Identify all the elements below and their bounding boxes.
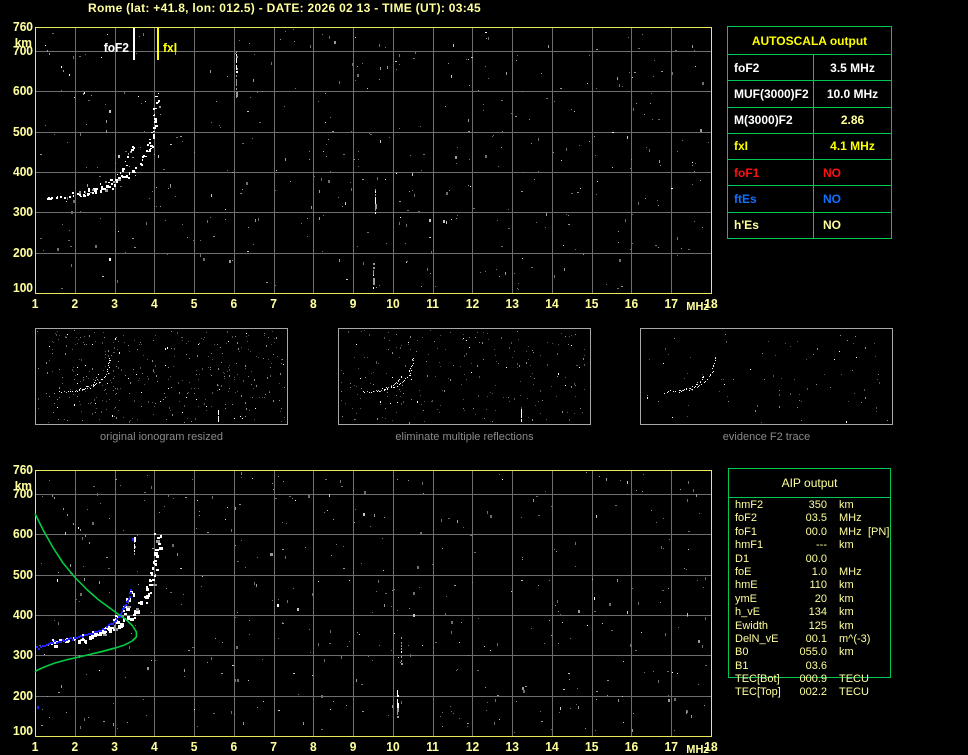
autoscala-row-value: 2.86 — [840, 113, 865, 128]
aip-row-unit — [839, 553, 868, 566]
scaled-ionogram-plot — [0, 20, 725, 312]
aip-row-label: B1 — [735, 659, 749, 672]
table-row: M(3000)F2 2.86 — [728, 107, 891, 134]
caption-eliminate-reflections: eliminate multiple reflections — [395, 431, 534, 443]
aip-row-value: 03.5 — [805, 512, 827, 525]
table-row: hmE 110 km — [735, 579, 890, 592]
aip-output-table: AIP output hmF2 350 km foF2 03.5 MHz foF1 00.… — [728, 468, 891, 698]
aip-row-value: 055.0 — [799, 646, 827, 659]
aip-row-value: 125 — [808, 619, 827, 632]
aip-row-unit — [839, 660, 868, 673]
aip-row-value: 000.9 — [799, 673, 827, 686]
table-row: foF1 NO — [728, 160, 891, 187]
aip-row-value: 20 — [814, 592, 827, 605]
aip-row-label: TEC[Bot] — [735, 673, 780, 686]
table-row: B0 055.0 km — [735, 646, 890, 659]
aip-row-value: 134 — [808, 606, 827, 619]
aip-row-unit: km — [839, 499, 854, 511]
autoscala-row-value: 4.1 MHz — [830, 139, 875, 154]
autoscala-row-label: MUF(3000)F2 — [728, 81, 814, 107]
table-row: ymE 20 km — [735, 593, 890, 606]
aip-row-label: hmF1 — [735, 539, 764, 552]
aip-row-value: 1.0 — [811, 565, 827, 578]
aip-row-label: foF2 — [735, 512, 758, 525]
aip-row-label: Ewidth — [735, 619, 769, 632]
autoscala-row-value: 10.0 MHz — [826, 86, 879, 101]
aip-row-label: B0 — [735, 646, 749, 659]
aip-row-label: ymE — [735, 592, 757, 605]
aip-row-extra: [PN] — [868, 525, 890, 538]
aip-row-unit: MHz — [839, 565, 862, 578]
aip-row-label: hmF2 — [735, 499, 764, 511]
table-row: B1 03.6 — [735, 660, 890, 673]
table-row: foE 1.0 MHz — [735, 566, 890, 579]
aip-row-value: 00.1 — [805, 632, 827, 645]
aip-row-label: DelN_vE — [735, 632, 779, 645]
autoscala-row-label: M(3000)F2 — [728, 107, 814, 133]
aip-row-label: hmE — [735, 579, 758, 592]
table-row: TEC[Bot] 000.9 TECU — [735, 673, 890, 686]
aip-table-header: AIP output — [729, 469, 890, 498]
table-row: h'Es NO — [728, 212, 891, 238]
aip-row-label: TEC[Top] — [735, 686, 781, 699]
aip-row-unit: km — [839, 619, 854, 632]
aip-row-value: --- — [816, 539, 827, 552]
aip-row-unit: km — [839, 606, 854, 619]
table-row: foF2 03.5 MHz — [735, 512, 890, 525]
aip-row-unit: MHz — [839, 512, 862, 525]
table-row: hmF2 350 km — [735, 499, 890, 512]
caption-original-ionogram: original ionogram resized — [100, 431, 223, 443]
autoscala-table-header: AUTOSCALA output — [728, 27, 891, 55]
aip-row-unit: km — [839, 539, 854, 552]
table-row: fxI 4.1 MHz — [728, 133, 891, 161]
caption-evidence-f2-trace: evidence F2 trace — [722, 431, 811, 443]
aip-row-label: h_vE — [735, 606, 761, 619]
autoscala-row-value: NO — [823, 218, 841, 233]
autoscala-row-label: foF2 — [728, 55, 814, 81]
table-row: DelN_vE 00.1 m^(-3) — [735, 633, 890, 646]
aip-row-unit: km — [839, 592, 854, 605]
autoscala-row-label: foF1 — [728, 160, 814, 186]
table-row: Ewidth 125 km — [735, 620, 890, 633]
station-title: Rome (lat: +41.8, lon: 012.5) - DATE: 20… — [88, 1, 481, 15]
table-row: foF2 3.5 MHz — [728, 55, 891, 82]
autoscala-row-label: ftEs — [728, 186, 814, 212]
aip-row-unit: km — [839, 646, 854, 659]
aip-row-unit: MHz — [839, 525, 862, 538]
autoscala-row-value: 3.5 MHz — [830, 60, 875, 75]
aip-row-value: 00.0 — [805, 525, 827, 538]
table-row: h_vE 134 km — [735, 606, 890, 619]
aip-row-label: foF1 — [735, 525, 758, 538]
thumbnail-original-ionogram — [35, 328, 288, 425]
aip-row-unit: TECU — [839, 686, 869, 699]
aip-row-value: 350 — [808, 499, 827, 511]
aip-row-value: 110 — [809, 579, 827, 592]
aip-row-value: 00.0 — [805, 552, 827, 565]
autoscala-row-value: NO — [823, 192, 841, 207]
table-row: ftEs NO — [728, 186, 891, 213]
thumbnail-eliminate-reflections — [338, 328, 591, 425]
aip-row-value: 03.6 — [805, 659, 827, 672]
autoscala-row-label: fxI — [728, 133, 814, 160]
aip-row-label: foE — [735, 565, 752, 578]
table-row: hmF1 --- km — [735, 539, 890, 552]
autoscala-row-value: NO — [823, 165, 841, 180]
table-row: D1 00.0 — [735, 553, 890, 566]
thumbnail-evidence-f2-trace — [640, 328, 893, 425]
profile-ionogram-plot — [0, 463, 725, 755]
autoscala-output-table: AUTOSCALA output foF2 3.5 MHz MUF(3000)F… — [727, 26, 892, 239]
table-row: TEC[Top] 002.2 TECU — [735, 686, 890, 699]
aip-row-label: D1 — [735, 552, 750, 565]
aip-row-unit: km — [839, 579, 854, 592]
table-row: foF1 00.0 MHz [PN] — [735, 526, 890, 539]
table-row: MUF(3000)F2 10.0 MHz — [728, 81, 891, 108]
autoscala-row-label: h'Es — [728, 212, 814, 238]
aip-rows: hmF2 350 km foF2 03.5 MHz foF1 00.0 MHz [PN] hm… — [735, 499, 890, 700]
aip-row-value: 002.2 — [799, 686, 827, 699]
aip-row-unit: m^(-3) — [839, 632, 871, 645]
aip-row-unit: TECU — [839, 673, 869, 686]
